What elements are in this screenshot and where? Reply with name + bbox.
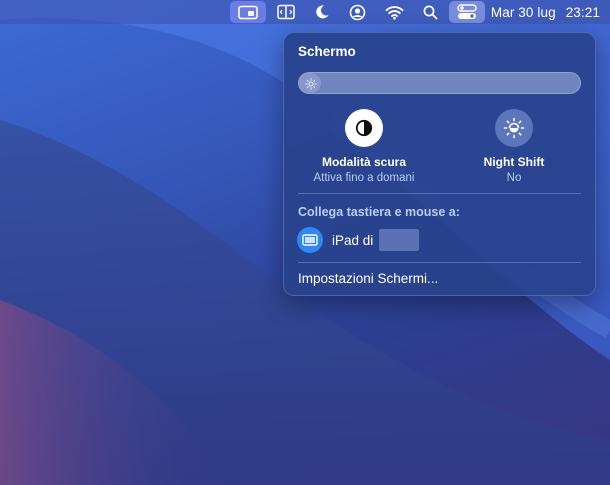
search-icon[interactable] [415,1,446,23]
divider [298,193,581,194]
display-settings-link[interactable]: Impostazioni Schermi... [298,271,438,286]
night-shift-toggle[interactable]: Night Shift No [439,109,589,184]
redacted-device-name [379,229,420,251]
moon-icon[interactable] [306,1,338,23]
divider [298,262,581,263]
display-mirror-icon[interactable] [229,1,266,23]
wifi-icon[interactable] [377,1,412,23]
menu-bar-time: 23:21 [565,4,600,20]
display-control-panel: Schermo Modalità scura Attiva fino a dom… [283,32,596,296]
keyboard-mouse-title: Collega tastiera e mouse a: [298,205,460,219]
dark-mode-toggle[interactable]: Modalità scura Attiva fino a domani [289,109,439,184]
sun-small-icon [305,77,317,95]
control-center-icon[interactable] [448,1,485,23]
dark-mode-status: Attiva fino a domani [313,172,415,184]
user-circle-icon[interactable] [341,1,374,23]
menu-bar-date: Mar 30 lug [490,4,556,20]
dark-mode-button[interactable] [345,109,383,147]
menu-bar-clock[interactable]: Mar 30 lug 23:21 [491,5,600,20]
night-shift-label: Night Shift [483,155,545,169]
ipad-device-item[interactable]: iPad di [297,227,420,253]
dark-mode-icon [355,119,373,137]
brightness-slider[interactable] [298,72,581,94]
ipad-icon [297,227,323,253]
night-shift-button[interactable] [495,109,533,147]
panel-title: Schermo [298,44,356,59]
split-screen-icon[interactable] [269,1,303,23]
dark-mode-label: Modalità scura [321,155,407,169]
ipad-device-label: iPad di [332,232,374,248]
night-shift-status: No [506,172,522,184]
menu-bar: Mar 30 lug 23:21 [0,0,610,24]
night-shift-sun-icon [503,117,525,139]
